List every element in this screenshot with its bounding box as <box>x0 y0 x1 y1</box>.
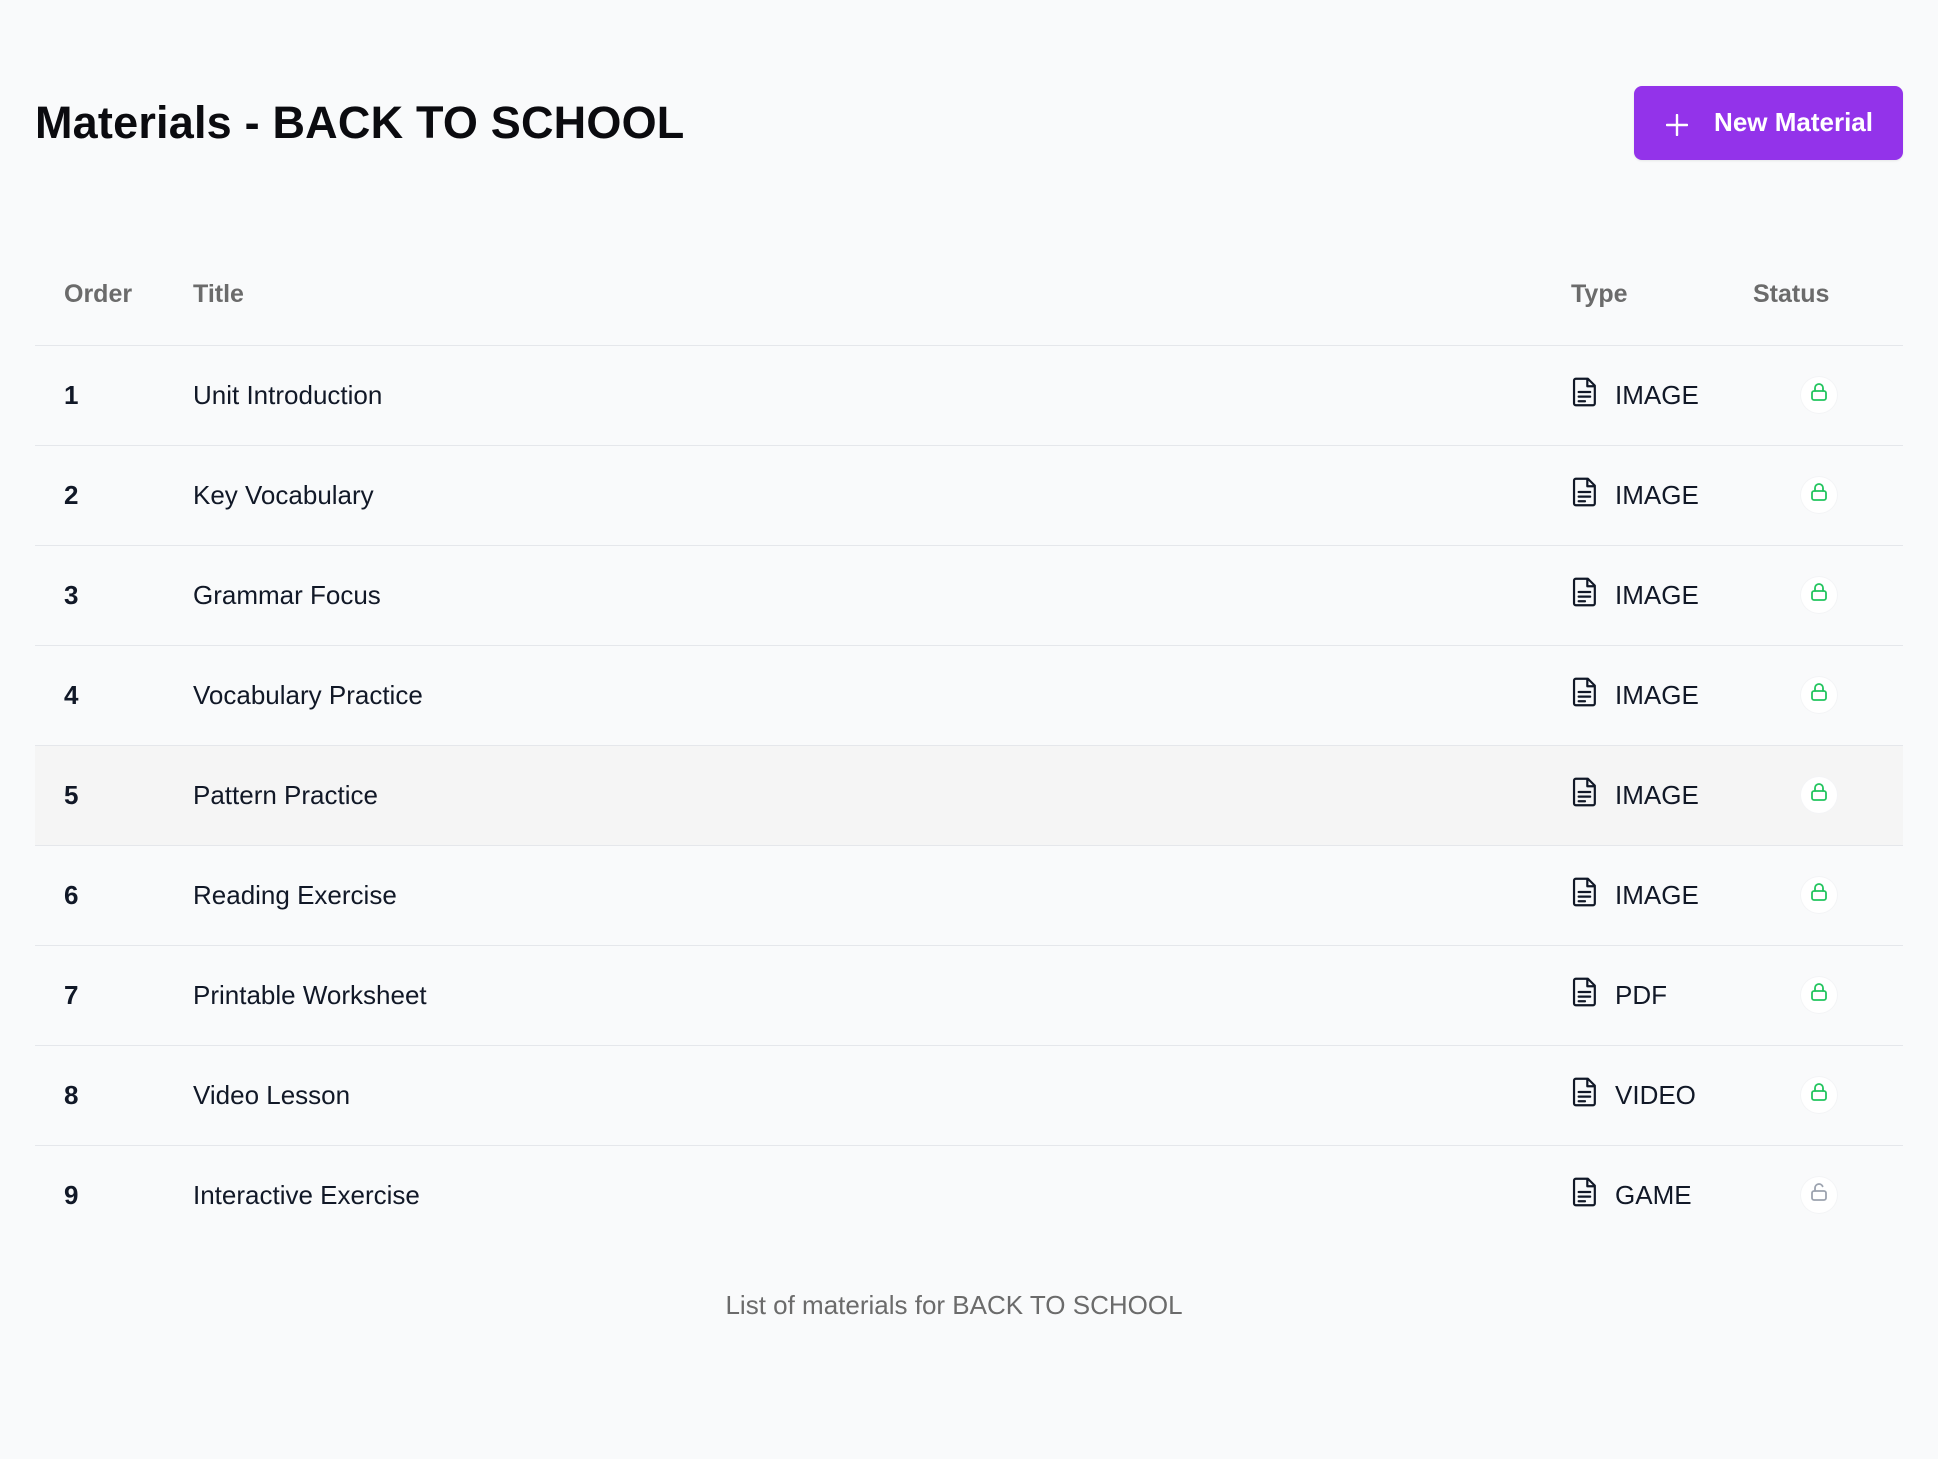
column-header-title[interactable]: Title <box>193 245 1571 346</box>
lock-icon <box>1807 480 1831 511</box>
row-title[interactable]: Reading Exercise <box>193 845 1571 946</box>
row-title[interactable]: Vocabulary Practice <box>193 645 1571 746</box>
status-toggle[interactable] <box>1801 1077 1837 1113</box>
page-header: Materials - BACK TO SCHOOL New Material <box>35 0 1903 245</box>
document-icon <box>1571 777 1599 814</box>
status-toggle[interactable] <box>1801 977 1837 1013</box>
row-type: IMAGE <box>1571 845 1753 946</box>
row-type-label: IMAGE <box>1615 479 1699 510</box>
lock-icon <box>1807 680 1831 711</box>
table-caption: List of materials for BACK TO SCHOOL <box>725 1290 1183 1320</box>
status-toggle[interactable] <box>1801 577 1837 613</box>
lock-icon <box>1807 780 1831 811</box>
row-type: GAME <box>1571 1145 1753 1245</box>
plus-icon <box>1665 112 1689 136</box>
row-type: IMAGE <box>1571 545 1753 646</box>
table-row[interactable]: 3 Grammar Focus IMAGE <box>35 545 1903 646</box>
table-row[interactable]: 7 Printable Worksheet PDF <box>35 945 1903 1046</box>
row-status <box>1753 545 1903 646</box>
unlock-icon <box>1807 1180 1831 1211</box>
row-type: IMAGE <box>1571 745 1753 846</box>
table-row[interactable]: 9 Interactive Exercise GAME <box>35 1145 1903 1245</box>
row-type: PDF <box>1571 945 1753 1046</box>
row-order: 2 <box>35 445 193 546</box>
row-order: 3 <box>35 545 193 646</box>
table-row[interactable]: 5 Pattern Practice IMAGE <box>35 745 1903 846</box>
row-type: VIDEO <box>1571 1045 1753 1146</box>
row-type: IMAGE <box>1571 345 1753 446</box>
row-title[interactable]: Key Vocabulary <box>193 445 1571 546</box>
table-row[interactable]: 8 Video Lesson VIDEO <box>35 1045 1903 1146</box>
lock-icon <box>1807 380 1831 411</box>
row-order: 8 <box>35 1045 193 1146</box>
status-toggle[interactable] <box>1801 677 1837 713</box>
table-row[interactable]: 2 Key Vocabulary IMAGE <box>35 445 1903 546</box>
row-order: 5 <box>35 745 193 846</box>
row-title[interactable]: Unit Introduction <box>193 345 1571 446</box>
row-type-label: IMAGE <box>1615 779 1699 810</box>
row-title[interactable]: Video Lesson <box>193 1045 1571 1146</box>
lock-icon <box>1807 880 1831 911</box>
row-order: 4 <box>35 645 193 746</box>
status-toggle[interactable] <box>1801 377 1837 413</box>
table-row[interactable]: 1 Unit Introduction IMAGE <box>35 345 1903 446</box>
row-title[interactable]: Printable Worksheet <box>193 945 1571 1046</box>
row-type-label: IMAGE <box>1615 379 1699 410</box>
materials-table: Order Title Type Status 1 Unit Introduct… <box>35 245 1903 1245</box>
row-title[interactable]: Interactive Exercise <box>193 1145 1571 1245</box>
row-type: IMAGE <box>1571 445 1753 546</box>
table-row[interactable]: 6 Reading Exercise IMAGE <box>35 845 1903 946</box>
row-status <box>1753 445 1903 546</box>
document-icon <box>1571 1077 1599 1114</box>
column-header-order[interactable]: Order <box>35 245 193 346</box>
row-status <box>1753 745 1903 846</box>
lock-icon <box>1807 980 1831 1011</box>
status-toggle[interactable] <box>1801 877 1837 913</box>
page: Materials - BACK TO SCHOOL New Material … <box>0 0 1938 1459</box>
row-title[interactable]: Grammar Focus <box>193 545 1571 646</box>
document-icon <box>1571 1177 1599 1214</box>
new-material-button[interactable]: New Material <box>1634 85 1903 160</box>
row-status <box>1753 645 1903 746</box>
lock-icon <box>1807 580 1831 611</box>
lock-icon <box>1807 1080 1831 1111</box>
column-header-type[interactable]: Type <box>1571 245 1753 346</box>
status-toggle[interactable] <box>1801 477 1837 513</box>
table-header-row: Order Title Type Status <box>35 245 1903 346</box>
row-type-label: PDF <box>1615 979 1667 1010</box>
new-material-label: New Material <box>1714 107 1873 137</box>
document-icon <box>1571 977 1599 1014</box>
document-icon <box>1571 577 1599 614</box>
row-type-label: IMAGE <box>1615 879 1699 910</box>
row-order: 7 <box>35 945 193 1046</box>
row-status <box>1753 945 1903 1046</box>
row-type-label: IMAGE <box>1615 679 1699 710</box>
row-status <box>1753 1045 1903 1146</box>
document-icon <box>1571 377 1599 414</box>
page-title: Materials - BACK TO SCHOOL <box>35 96 685 148</box>
row-order: 9 <box>64 1179 79 1210</box>
table-row[interactable]: 4 Vocabulary Practice IMAGE <box>35 645 1903 746</box>
materials-table-body: 1 Unit Introduction IMAGE 2 Key Vocabula… <box>35 345 1903 1245</box>
status-toggle[interactable] <box>1801 1177 1837 1214</box>
row-type: IMAGE <box>1571 645 1753 746</box>
column-header-status[interactable]: Status <box>1753 245 1903 346</box>
row-status <box>1753 345 1903 446</box>
row-type-label: GAME <box>1615 1179 1692 1210</box>
row-type-label: VIDEO <box>1615 1079 1696 1110</box>
row-type-label: IMAGE <box>1615 579 1699 610</box>
row-status <box>1753 1145 1903 1245</box>
document-icon <box>1571 477 1599 514</box>
row-title[interactable]: Pattern Practice <box>193 745 1571 846</box>
row-status <box>1753 845 1903 946</box>
row-order: 1 <box>35 345 193 446</box>
status-toggle[interactable] <box>1801 777 1837 813</box>
document-icon <box>1571 877 1599 914</box>
row-order: 6 <box>35 845 193 946</box>
document-icon <box>1571 677 1599 714</box>
